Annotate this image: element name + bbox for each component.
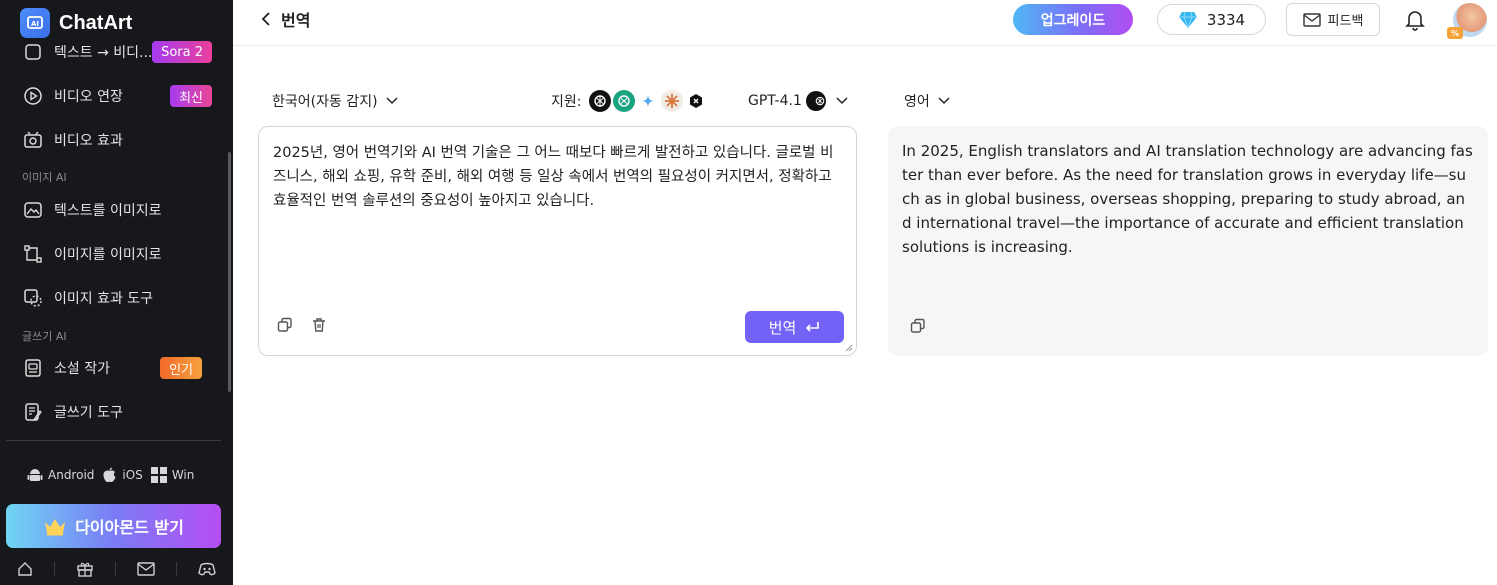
mail-icon[interactable]: [137, 562, 155, 576]
support-label: 지원:: [551, 94, 582, 110]
avatar[interactable]: %: [1447, 3, 1487, 39]
svg-text:AI: AI: [31, 20, 39, 28]
enter-icon: [806, 322, 820, 332]
trash-icon[interactable]: [311, 317, 327, 333]
hot-badge: 인기: [160, 357, 202, 379]
new-badge: 최신: [170, 85, 212, 107]
brand-name: ChatArt: [59, 11, 133, 34]
bottom-separator: [53, 562, 55, 576]
sidebar-item-novel-writer[interactable]: 소설 작가 인기: [22, 354, 212, 382]
sidebar-item-video-extend[interactable]: 비디오 연장 최신: [22, 82, 212, 110]
chevron-down-icon: [386, 97, 398, 105]
source-actions: [277, 317, 345, 333]
bottom-separator: [176, 562, 178, 576]
platform-downloads: Android iOS Win: [27, 467, 202, 483]
sora-badge: Sora 2: [152, 41, 212, 63]
model-label: GPT-4.1: [748, 93, 802, 109]
credits-button[interactable]: 3334: [1157, 4, 1266, 35]
brand[interactable]: AI ChatArt: [20, 8, 132, 38]
gift-icon[interactable]: [76, 561, 94, 577]
feedback-label: 피드백: [1327, 14, 1364, 29]
win-download[interactable]: Win: [150, 467, 195, 483]
copy-icon[interactable]: [910, 318, 926, 338]
sidebar-item-label: 글쓰기 도구: [54, 405, 123, 421]
back-button[interactable]: 번역: [261, 8, 310, 30]
apple-icon: [103, 467, 116, 483]
feedback-button[interactable]: 피드백: [1286, 3, 1380, 36]
chatgpt-icon: [613, 90, 636, 112]
translate-button[interactable]: 번역: [745, 311, 844, 343]
openai-icon: [589, 90, 612, 112]
sidebar-item-image-effect[interactable]: 이미지 효과 도구: [22, 284, 212, 312]
target-language-label: 영어: [904, 94, 930, 110]
copy-icon[interactable]: [277, 317, 293, 333]
section-image-ai: 이미지 AI: [22, 171, 67, 184]
sidebar-item-label: 텍스트를 이미지로: [54, 203, 162, 219]
translate-label: 번역: [768, 318, 797, 337]
top-header: 번역 업그레이드 3334 피드백 %: [233, 0, 1497, 46]
source-text[interactable]: 2025년, 영어 번역기와 AI 번역 기술은 그 어느 때보다 빠르게 발전…: [273, 141, 838, 213]
page-title: 번역: [281, 11, 311, 30]
windows-icon: [150, 467, 167, 483]
home-icon[interactable]: [17, 561, 33, 577]
crown-icon: [45, 519, 66, 536]
resize-handle-icon[interactable]: [843, 342, 853, 352]
writing-tool-icon: [22, 401, 44, 423]
sidebar-item-text-to-video[interactable]: 텍스트 → 비디... Sora 2: [22, 38, 212, 66]
android-label: Android: [48, 468, 95, 482]
android-icon: [27, 469, 43, 481]
translation-output: In 2025, English translators and AI tran…: [888, 126, 1488, 356]
image-to-image-icon: [22, 243, 44, 265]
bell-icon[interactable]: [1405, 9, 1425, 31]
sidebar-item-image-to-image[interactable]: 이미지를 이미지로: [22, 240, 212, 268]
mail-icon: [1302, 12, 1321, 27]
text-to-image-icon: [22, 199, 44, 221]
sidebar-item-label: 비디오 효과: [54, 133, 123, 149]
sidebar-bottom-bar: [0, 556, 233, 582]
chevron-down-icon: [836, 97, 848, 105]
get-diamonds-label: 다이아몬드 받기: [75, 518, 184, 537]
sidebar-divider: [6, 440, 221, 441]
claude-icon: [661, 90, 684, 112]
perplexity-icon: [685, 90, 708, 112]
source-language-select[interactable]: 한국어(자동 감지): [272, 91, 398, 111]
translated-text[interactable]: In 2025, English translators and AI tran…: [902, 139, 1474, 259]
sidebar-scrollbar[interactable]: [228, 152, 231, 392]
section-writing-ai: 글쓰기 AI: [22, 330, 67, 343]
discord-icon[interactable]: [198, 562, 217, 576]
sidebar: AI ChatArt 텍스트 → 비디... Sora 2 비디오 연장 최신 …: [0, 0, 233, 585]
image-effect-icon: [22, 287, 44, 309]
gemini-icon: [637, 90, 660, 112]
text-to-video-icon: [22, 41, 44, 63]
chevron-down-icon: [938, 97, 950, 105]
upgrade-button[interactable]: 업그레이드: [1013, 4, 1133, 35]
ios-download[interactable]: iOS: [102, 467, 143, 483]
openai-icon: [805, 91, 826, 111]
video-extend-icon: [22, 85, 44, 107]
supported-models: 지원:: [551, 90, 709, 112]
novel-writer-icon: [22, 357, 44, 379]
win-label: Win: [171, 468, 195, 482]
android-download[interactable]: Android: [27, 467, 94, 483]
sidebar-item-text-to-image[interactable]: 텍스트를 이미지로: [22, 196, 212, 224]
sidebar-item-label: 이미지 효과 도구: [54, 291, 154, 307]
sidebar-item-writing-tool[interactable]: 글쓰기 도구: [22, 398, 212, 426]
get-diamonds-button[interactable]: 다이아몬드 받기: [6, 504, 221, 548]
model-select[interactable]: GPT-4.1: [748, 91, 848, 111]
target-language-select[interactable]: 영어: [904, 91, 950, 111]
source-text-area[interactable]: 2025년, 영어 번역기와 AI 번역 기술은 그 어느 때보다 빠르게 발전…: [258, 126, 857, 356]
video-effect-icon: [22, 129, 44, 151]
sidebar-item-video-effect[interactable]: 비디오 효과: [22, 126, 212, 154]
discount-tag-icon: %: [1447, 27, 1463, 39]
diamond-icon: [1178, 11, 1197, 28]
chevron-left-icon: [261, 12, 270, 26]
bottom-separator: [114, 562, 116, 576]
ios-label: iOS: [122, 468, 143, 482]
credits-count: 3334: [1206, 10, 1246, 29]
sidebar-item-label: 이미지를 이미지로: [54, 247, 162, 263]
source-language-label: 한국어(자동 감지): [272, 94, 378, 110]
chatart-logo-icon: AI: [20, 8, 50, 38]
